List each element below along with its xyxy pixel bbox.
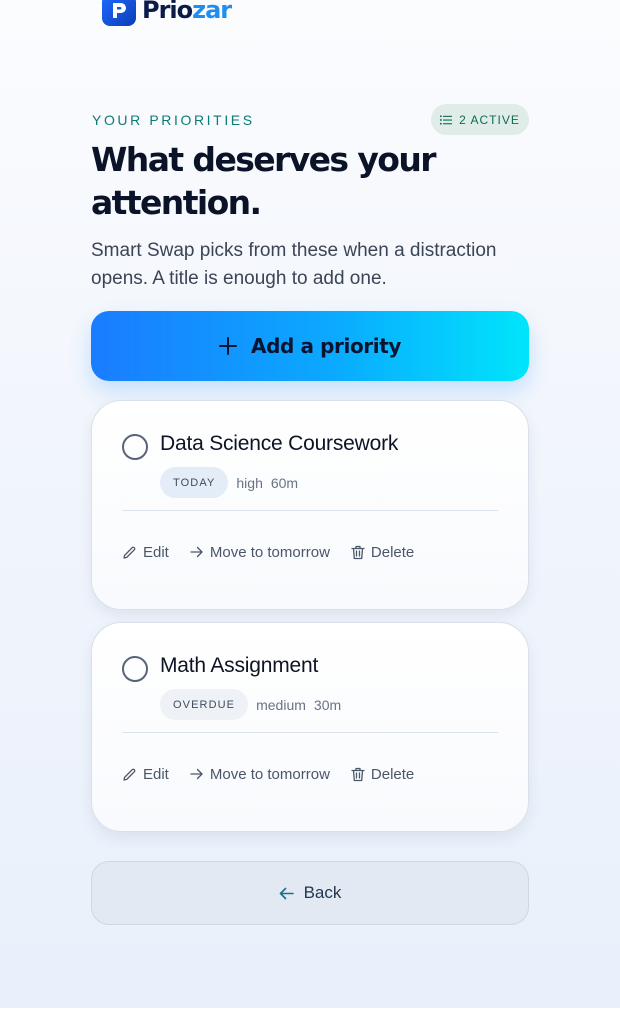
brand-name-part1: Prio [142,0,193,24]
brand-logo: Priozar [102,0,232,26]
move-label: Move to tomorrow [209,543,330,561]
move-label: Move to tomorrow [209,765,330,783]
divider [122,732,498,733]
priority-title: Data Science Coursework [160,432,399,455]
brand-name: Priozar [142,0,232,24]
logo-mark-icon [102,0,136,26]
priority-title: Math Assignment [160,654,319,677]
move-to-tomorrow-button[interactable]: Move to tomorrow [190,544,330,561]
edit-button[interactable]: Edit [122,544,169,561]
arrow-right-icon [190,546,203,558]
back-label: Back [303,883,342,902]
list-icon [440,115,453,124]
trash-icon [351,767,365,781]
page-title: What deserves your attention. [91,140,437,222]
due-tag: OVERDUE [160,689,249,720]
delete-label: Delete [370,543,415,561]
move-to-tomorrow-button[interactable]: Move to tomorrow [190,766,330,783]
delete-label: Delete [370,765,415,783]
divider [122,510,498,511]
back-button[interactable]: Back [91,861,529,925]
complete-checkbox[interactable] [122,434,148,460]
add-priority-label: Add a priority [250,334,402,358]
pencil-icon [123,768,136,781]
arrow-right-icon [190,768,203,780]
priority-actions: Edit Move to tomorrow Delete [122,763,414,785]
arrow-left-icon [279,887,294,899]
plus-icon [218,337,237,355]
brand-name-part2: zar [192,0,232,24]
priority-card: Math Assignment OVERDUE medium 30m Edit … [91,622,529,832]
importance-label: high [236,474,263,491]
trash-icon [351,545,365,559]
pencil-icon [123,546,136,559]
page-subtitle: Smart Swap picks from these when a distr… [91,240,497,289]
due-tag: TODAY [160,467,229,498]
priority-actions: Edit Move to tomorrow Delete [122,541,414,563]
delete-button[interactable]: Delete [351,766,414,783]
importance-label: medium [256,696,306,713]
active-count-badge: 2 ACTIVE [431,104,529,135]
complete-checkbox[interactable] [122,656,148,682]
edit-label: Edit [143,543,169,561]
priority-meta: TODAY high 60m [160,467,298,498]
active-count-label: 2 ACTIVE [459,112,520,127]
edit-button[interactable]: Edit [122,766,169,783]
priority-card: Data Science Coursework TODAY high 60m E… [91,400,529,610]
duration-label: 30m [313,696,342,713]
delete-button[interactable]: Delete [351,544,414,561]
bottom-strip [0,1008,620,1016]
add-priority-button[interactable]: Add a priority [91,311,529,381]
priority-meta: OVERDUE medium 30m [160,689,341,720]
edit-label: Edit [143,765,169,783]
section-eyebrow: YOUR PRIORITIES [92,112,255,128]
duration-label: 60m [270,474,299,491]
